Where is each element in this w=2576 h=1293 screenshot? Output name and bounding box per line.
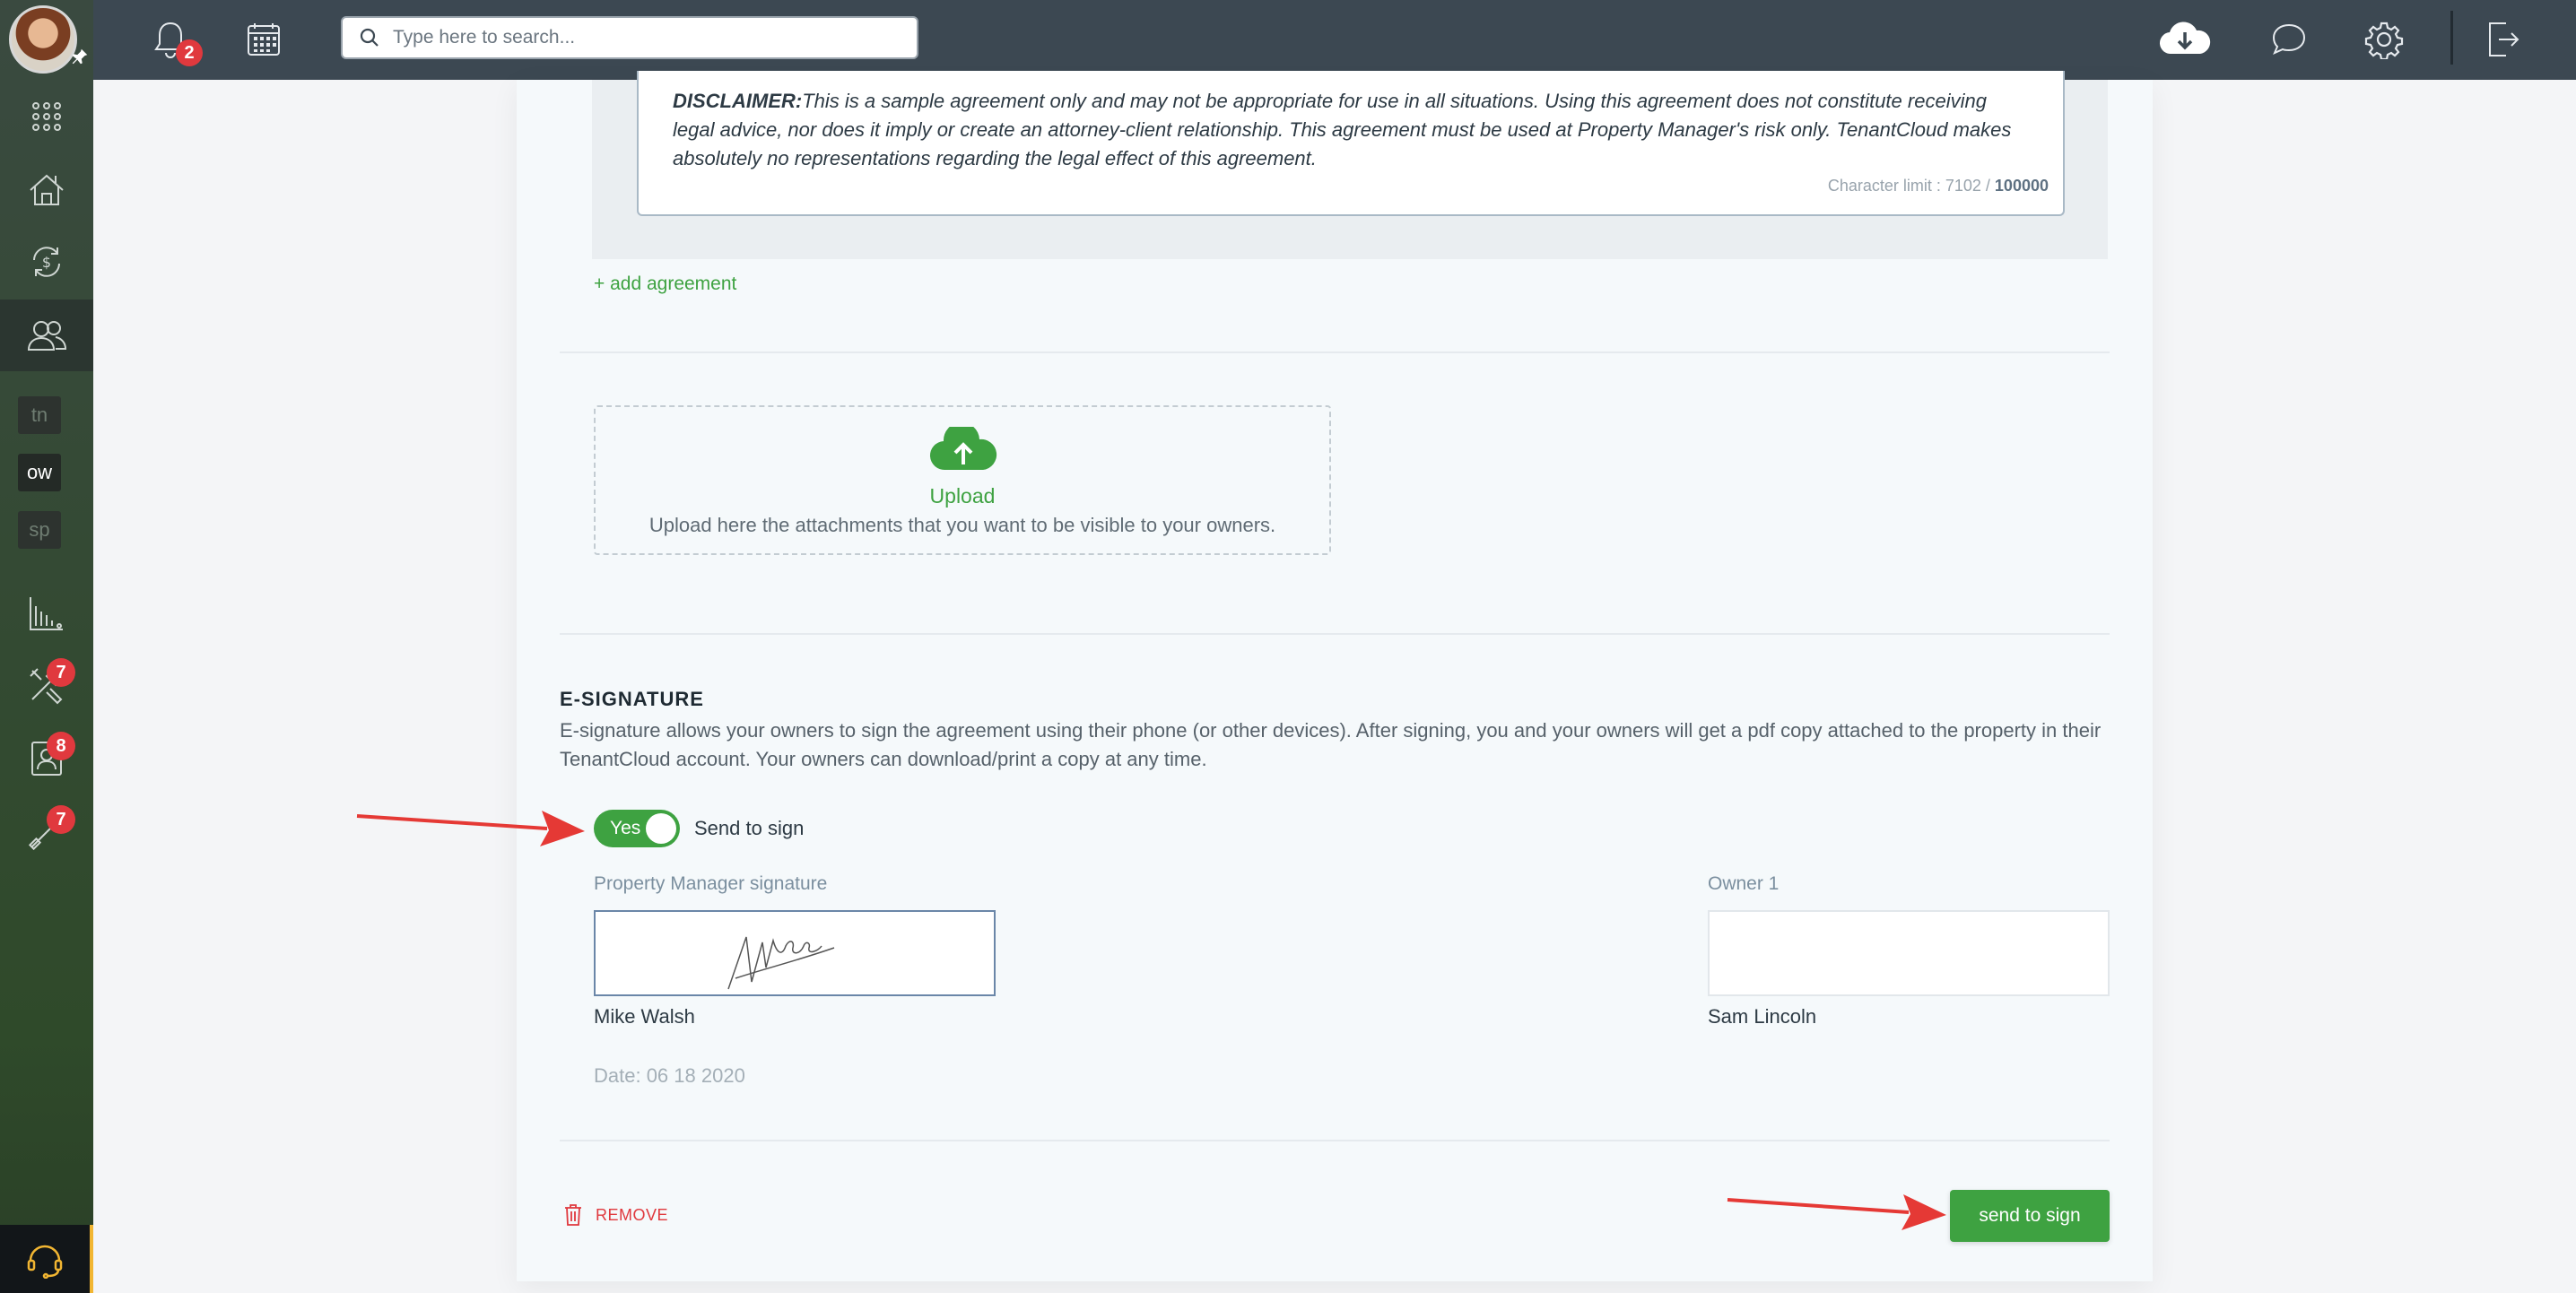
cloud-upload-icon [930, 427, 997, 471]
sidebar-item-people[interactable] [0, 299, 93, 371]
sidebar-item-accounting[interactable]: $ [0, 226, 93, 298]
toggle-label: Yes [610, 818, 641, 838]
logout-button[interactable] [2479, 16, 2526, 63]
applications-badge: 8 [47, 732, 75, 760]
settings-button[interactable] [2361, 16, 2407, 63]
search-input[interactable] [393, 27, 895, 48]
trash-icon [565, 1204, 581, 1226]
sidebar-item-maintenance[interactable]: 7 [0, 649, 93, 721]
search-icon [360, 28, 379, 47]
pin-icon[interactable] [70, 47, 90, 72]
avatar[interactable] [9, 5, 77, 74]
top-bar: 2 [93, 0, 2576, 80]
send-to-sign-label: Send to sign [694, 817, 805, 839]
upload-title: Upload [929, 484, 996, 508]
services-badge: 7 [47, 805, 75, 834]
owner-signature-box [1708, 910, 2110, 996]
sidebar-item-properties[interactable] [0, 154, 93, 226]
divider [560, 633, 2110, 635]
chat-icon [2272, 23, 2306, 55]
disclaimer-text: This is a sample agreement only and may … [673, 90, 2012, 169]
cloud-download-icon [2159, 22, 2211, 55]
upload-dropzone[interactable]: Upload Upload here the attachments that … [594, 405, 1331, 555]
divider [560, 1140, 2110, 1141]
house-icon [30, 174, 64, 205]
divider [560, 351, 2110, 353]
agreement-box: DISCLAIMER:This is a sample agreement on… [592, 71, 2108, 259]
notifications-badge: 2 [176, 39, 203, 66]
remove-label: REMOVE [596, 1205, 669, 1224]
grid-icon [32, 102, 61, 131]
pm-signature-box[interactable] [594, 910, 996, 996]
annotation-arrow-toggle [356, 811, 585, 846]
messages-button[interactable] [2266, 16, 2312, 63]
esignature-title: E-SIGNATURE [560, 688, 704, 710]
owner-signature-label: Owner 1 [1708, 873, 1780, 894]
signature-date: Date: 06 18 2020 [594, 1064, 745, 1087]
sidebar-item-applications[interactable]: 8 [0, 723, 93, 794]
remove-button[interactable]: REMOVE [563, 1202, 668, 1228]
send-to-sign-button[interactable]: send to sign [1950, 1190, 2110, 1242]
toggle-knob [646, 813, 676, 844]
top-divider [2450, 11, 2453, 65]
role-tenant[interactable]: tn [18, 396, 61, 434]
sidebar-item-apps[interactable] [0, 81, 93, 152]
logout-icon [2489, 22, 2519, 56]
pm-signature-label: Property Manager signature [594, 873, 828, 894]
owner-agreement-card: DISCLAIMER:This is a sample agreement on… [517, 71, 2153, 1281]
handwritten-signature [727, 936, 835, 990]
sidebar-item-reports[interactable] [0, 577, 93, 649]
pm-name: Mike Walsh [594, 1005, 695, 1028]
maintenance-badge: 7 [47, 658, 75, 687]
sidebar: $ tn ow sp 7 8 7 [0, 0, 93, 1293]
character-limit: Character limit : 7102 / 100000 [1828, 171, 2049, 200]
dollar-cycle-icon: $ [33, 247, 60, 277]
sidebar-item-services[interactable]: 7 [0, 796, 93, 868]
character-limit-label: Character limit : 7102 / [1827, 177, 1990, 195]
role-service-pro[interactable]: sp [18, 511, 61, 549]
role-owner[interactable]: ow [18, 454, 61, 491]
chart-icon [30, 597, 63, 630]
esignature-description: E-signature allows your owners to sign t… [560, 719, 2102, 770]
character-limit-max: 100000 [1994, 177, 2049, 195]
agreement-text-editor[interactable]: DISCLAIMER:This is a sample agreement on… [637, 71, 2065, 216]
notifications-button[interactable]: 2 [147, 16, 203, 66]
svg-text:$: $ [42, 254, 51, 271]
calendar-icon [248, 23, 280, 56]
upload-description: Upload here the attachments that you wan… [648, 514, 1276, 536]
send-to-sign-toggle[interactable]: Yes [594, 810, 680, 847]
gear-icon [2364, 22, 2404, 59]
annotation-arrow-send [1727, 1194, 1946, 1230]
search-bar[interactable] [341, 16, 918, 59]
calendar-button[interactable] [240, 16, 287, 63]
add-agreement-link[interactable]: + add agreement [594, 273, 736, 295]
download-button[interactable] [2156, 16, 2214, 63]
disclaimer-label: DISCLAIMER: [673, 90, 803, 112]
headset-icon [27, 1245, 63, 1279]
users-icon [27, 321, 67, 351]
owner-name: Sam Lincoln [1708, 1005, 1817, 1028]
support-button[interactable] [0, 1225, 93, 1293]
